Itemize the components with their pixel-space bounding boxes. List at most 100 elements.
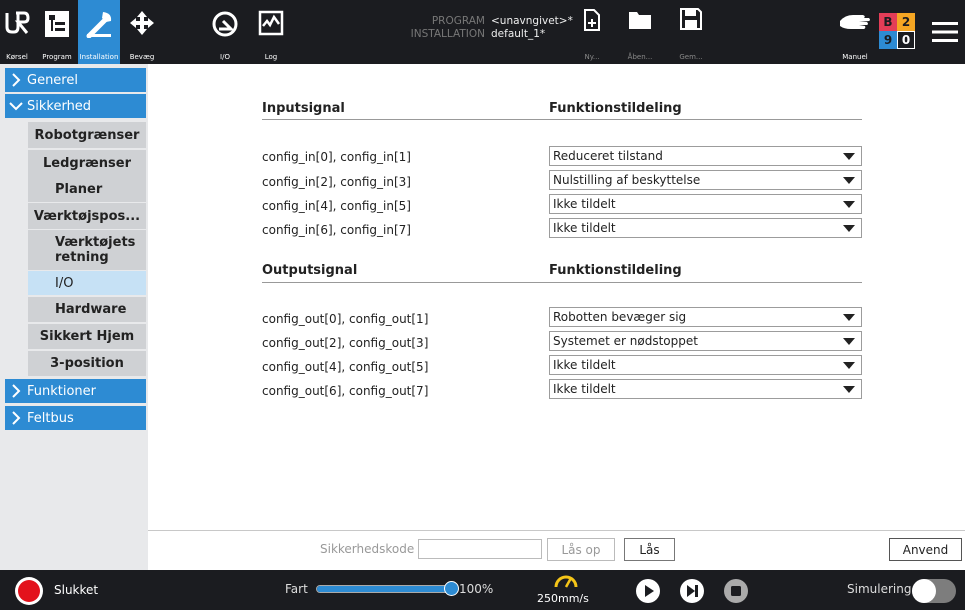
hamburger-menu-button[interactable] bbox=[932, 21, 958, 43]
top-bar: Kørsel Program Installation Bevæg I/O Lo… bbox=[0, 0, 965, 64]
select-value: Systemet er nødstoppet bbox=[553, 334, 698, 348]
input-function-select[interactable]: Ikke tildelt bbox=[549, 218, 862, 238]
sidebar-item-ledgraenser[interactable]: Ledgrænser bbox=[28, 150, 146, 176]
select-value: Nulstilling af beskyttelse bbox=[553, 173, 701, 187]
tab-log[interactable]: Log bbox=[252, 0, 290, 64]
input-signal-label: config_in[0], config_in[1] bbox=[262, 150, 411, 164]
stop-button[interactable] bbox=[724, 579, 748, 603]
sidebar-item-hardware[interactable]: Hardware bbox=[28, 297, 146, 322]
speedometer-icon bbox=[554, 575, 578, 588]
badge-cell: B bbox=[879, 13, 897, 31]
dropdown-arrow-icon bbox=[843, 314, 855, 321]
move-arrows-icon bbox=[130, 11, 154, 35]
tab-installation[interactable]: Installation bbox=[78, 0, 120, 64]
bottom-bar: Slukket Fart 100% 250mm/s Simulering bbox=[0, 570, 965, 610]
chevron-right-icon bbox=[12, 411, 21, 425]
sidebar-item-sikkert-hjem[interactable]: Sikkert Hjem bbox=[28, 324, 146, 349]
sidebar-item-funktioner[interactable]: Funktioner bbox=[5, 379, 146, 403]
sidebar-item-3-position[interactable]: 3-position bbox=[28, 351, 146, 376]
program-icon bbox=[45, 11, 69, 37]
menu-icon bbox=[932, 22, 958, 42]
select-value: Ikke tildelt bbox=[553, 221, 616, 235]
safety-code-input[interactable] bbox=[418, 539, 542, 559]
input-function-select[interactable]: Ikke tildelt bbox=[549, 194, 862, 214]
nav-label-run: Kørsel bbox=[6, 53, 28, 61]
unlock-button[interactable]: Lås op bbox=[547, 538, 615, 561]
simulation-label: Simulering bbox=[847, 582, 912, 596]
open-file-button[interactable]: Åben... bbox=[621, 0, 659, 64]
output-function-select[interactable]: Ikke tildelt bbox=[549, 379, 862, 399]
safety-lock-bar: Sikkerhedskode Lås op Lås Anvend bbox=[148, 530, 965, 571]
sidebar-item-io[interactable]: I/O bbox=[28, 271, 146, 295]
speed-value: 100% bbox=[459, 582, 494, 596]
sidebar-item-planer[interactable]: Planer bbox=[28, 176, 146, 202]
mode-manual-button[interactable]: Manuel bbox=[835, 0, 875, 64]
dropdown-arrow-icon bbox=[843, 153, 855, 160]
save-file-label: Gem... bbox=[679, 53, 703, 61]
chevron-right-icon bbox=[12, 384, 21, 398]
lock-button[interactable]: Lås bbox=[624, 538, 675, 561]
sidebar-label: Feltbus bbox=[27, 410, 74, 426]
input-function-select[interactable]: Reduceret tilstand bbox=[549, 146, 862, 166]
select-value: Ikke tildelt bbox=[553, 197, 616, 211]
log-chart-icon bbox=[258, 10, 284, 36]
tab-move[interactable]: Bevæg bbox=[123, 0, 161, 64]
input-signal-label: config_in[2], config_in[3] bbox=[262, 175, 411, 189]
speed-slider-knob[interactable] bbox=[444, 581, 459, 596]
nav-label-io: I/O bbox=[220, 53, 230, 61]
apply-button[interactable]: Anvend bbox=[889, 538, 962, 561]
power-button[interactable] bbox=[14, 576, 44, 606]
save-file-button[interactable]: Gem... bbox=[672, 0, 710, 64]
sidebar-item-generel[interactable]: Generel bbox=[5, 68, 146, 92]
function-assignment-header: Funktionstildeling bbox=[549, 101, 682, 116]
program-info: PROGRAM <unavngivet>* INSTALLATION defau… bbox=[400, 15, 573, 41]
dropdown-arrow-icon bbox=[843, 201, 855, 208]
output-function-select[interactable]: Systemet er nødstoppet bbox=[549, 331, 862, 351]
program-key: PROGRAM bbox=[431, 15, 485, 27]
output-function-select[interactable]: Ikke tildelt bbox=[549, 355, 862, 375]
robot-status-text: Slukket bbox=[54, 583, 99, 597]
dropdown-arrow-icon bbox=[843, 386, 855, 393]
dropdown-arrow-icon bbox=[843, 225, 855, 232]
sidebar-item-sikkerhed[interactable]: Sikkerhed bbox=[5, 94, 146, 118]
output-function-select[interactable]: Robotten bevæger sig bbox=[549, 307, 862, 327]
installation-icon bbox=[86, 12, 112, 38]
output-signal-label: config_out[6], config_out[7] bbox=[262, 384, 429, 398]
sidebar-label: Generel bbox=[27, 72, 78, 88]
sidebar-label: Funktioner bbox=[27, 383, 97, 399]
output-signal-header: Outputsignal bbox=[262, 263, 358, 278]
ur-logo-run-button[interactable]: Kørsel bbox=[0, 0, 34, 64]
output-signal-label: config_out[2], config_out[3] bbox=[262, 336, 429, 350]
step-button[interactable] bbox=[680, 579, 704, 603]
folder-icon bbox=[629, 12, 651, 29]
simulation-toggle[interactable] bbox=[912, 579, 956, 603]
dropdown-arrow-icon bbox=[843, 338, 855, 345]
input-function-select[interactable]: Nulstilling af beskyttelse bbox=[549, 170, 862, 190]
sidebar-item-vaerktoejsposition[interactable]: Værktøjspos... bbox=[28, 203, 146, 229]
tab-program[interactable]: Program bbox=[37, 0, 77, 64]
nav-label-program: Program bbox=[42, 53, 72, 61]
ur-logo-icon bbox=[5, 11, 30, 34]
sidebar-item-feltbus[interactable]: Feltbus bbox=[5, 406, 146, 430]
tab-io[interactable]: I/O bbox=[206, 0, 244, 64]
new-file-button[interactable]: Ny... bbox=[575, 0, 609, 64]
tcp-speed-value: 250mm/s bbox=[537, 592, 589, 605]
toggle-knob bbox=[912, 579, 936, 603]
sidebar-item-vaerktoejets-retning[interactable]: Værktøjets retning bbox=[28, 230, 146, 270]
installation-name: default_1* bbox=[491, 28, 546, 40]
header-divider bbox=[262, 282, 862, 283]
chevron-right-icon bbox=[12, 73, 21, 87]
select-value: Reduceret tilstand bbox=[553, 149, 663, 163]
play-button[interactable] bbox=[636, 579, 660, 603]
input-signal-label: config_in[6], config_in[7] bbox=[262, 223, 411, 237]
nav-label-installation: Installation bbox=[79, 53, 119, 61]
dropdown-arrow-icon bbox=[843, 362, 855, 369]
select-value: Ikke tildelt bbox=[553, 382, 616, 396]
program-name: <unavngivet>* bbox=[491, 15, 573, 27]
power-status-icon bbox=[15, 577, 43, 605]
select-value: Robotten bevæger sig bbox=[553, 310, 687, 324]
sidebar-item-robotgraenser[interactable]: Robotgrænser bbox=[28, 122, 146, 148]
sidebar: Generel Sikkerhed Robotgrænser Ledgrænse… bbox=[0, 64, 148, 570]
speed-slider[interactable] bbox=[316, 581, 459, 596]
output-signal-label: config_out[0], config_out[1] bbox=[262, 312, 429, 326]
